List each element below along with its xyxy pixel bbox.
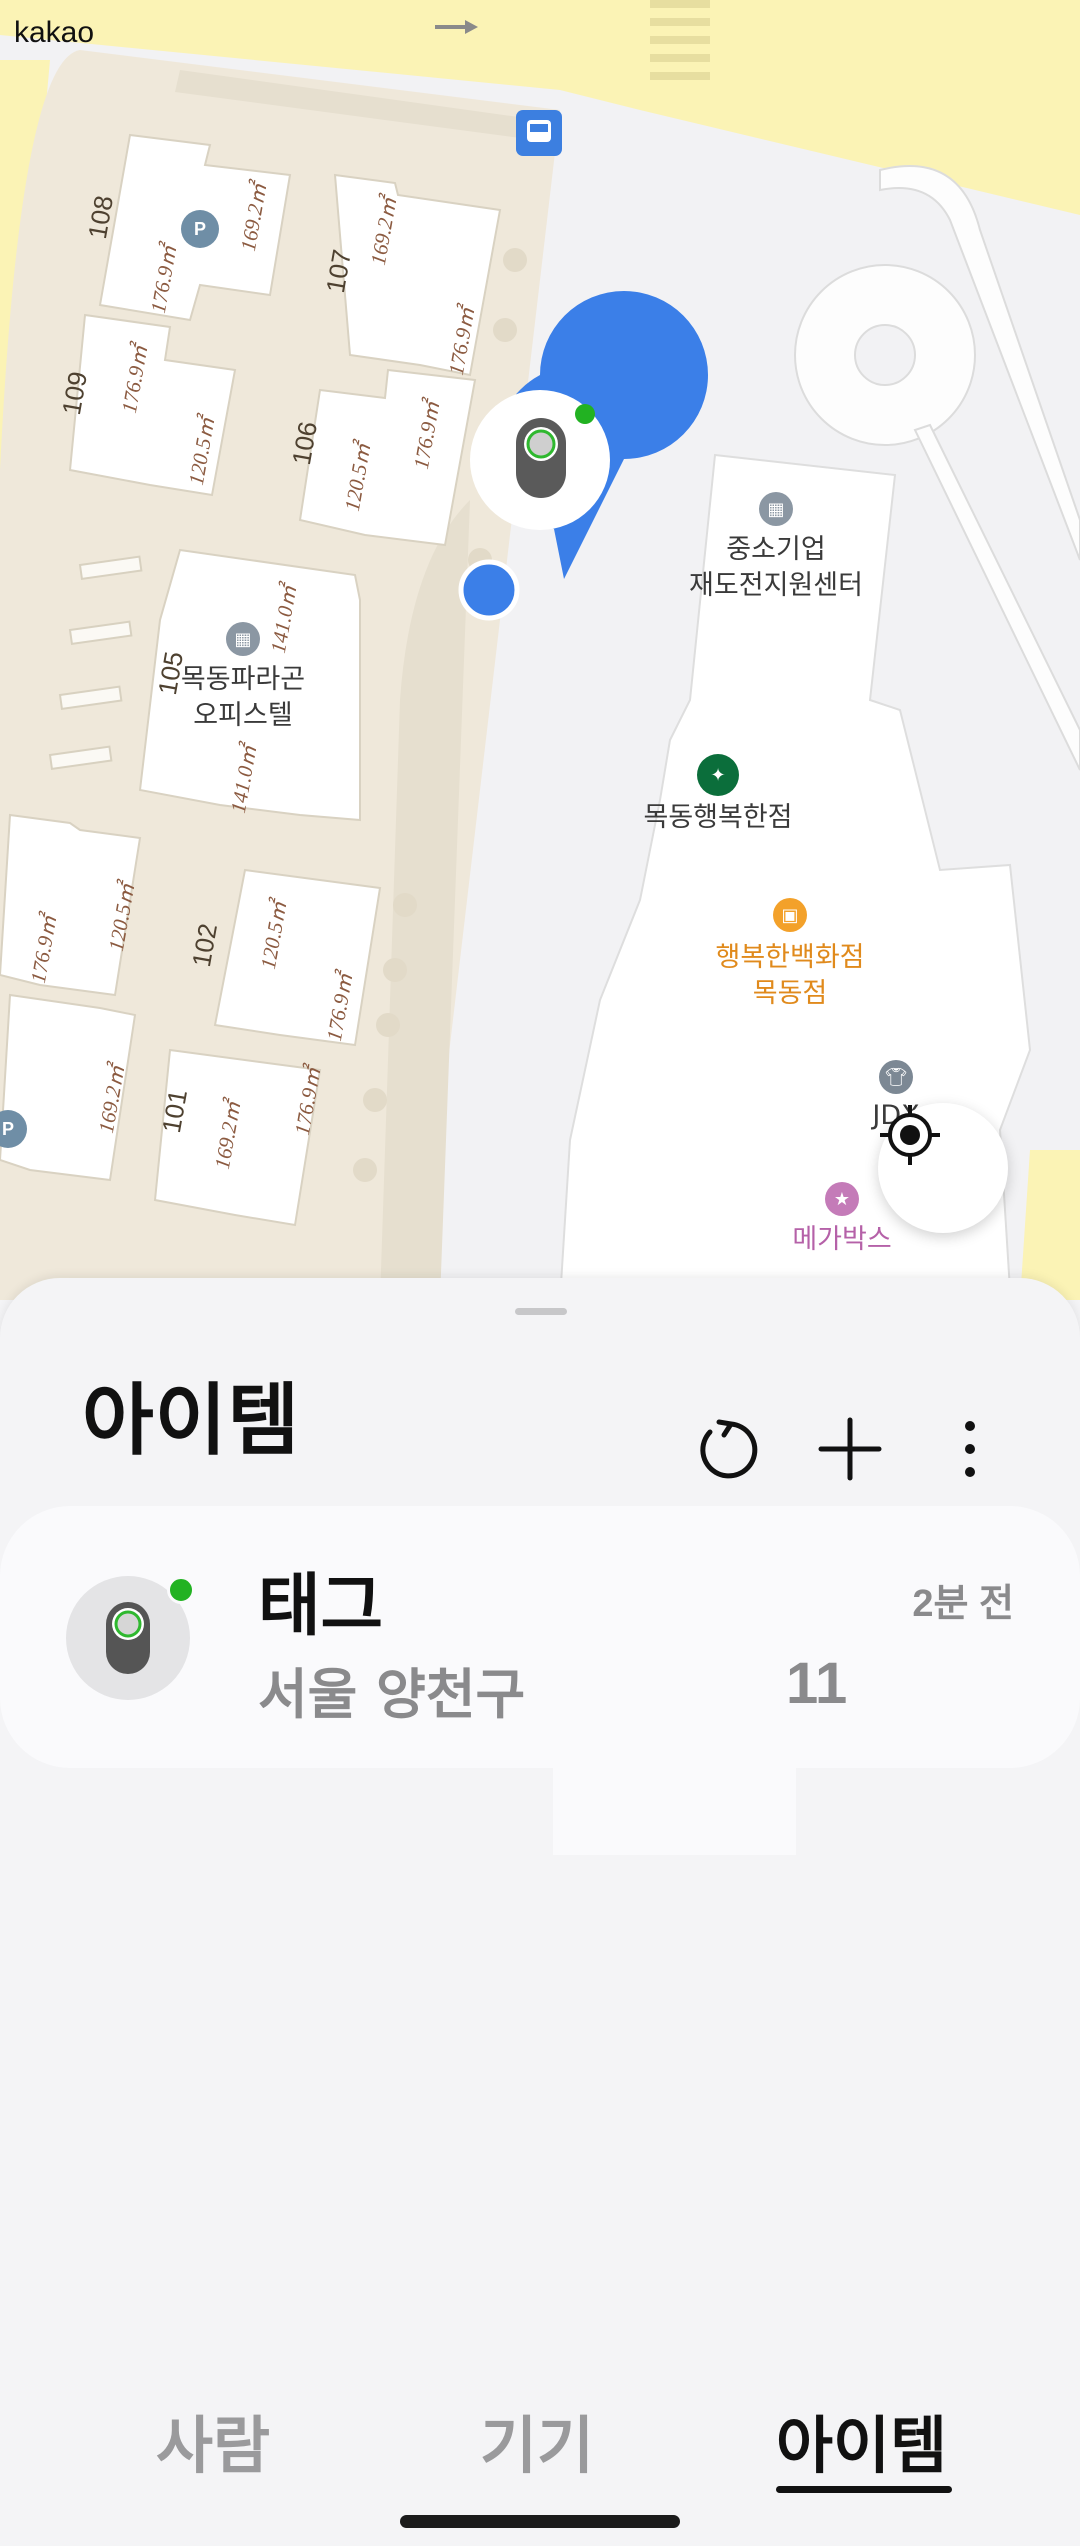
address-redaction [553, 1640, 796, 1855]
crosshair-icon [880, 1105, 940, 1165]
item-address-number: 11 [786, 1651, 848, 1716]
refresh-button[interactable] [683, 1404, 773, 1494]
movie-icon: ★ [825, 1182, 859, 1216]
item-name: 태그 [258, 1567, 384, 1646]
bottom-sheet: 아이템 [0, 1278, 1080, 2546]
building-icon: ▦ [226, 622, 260, 656]
sheet-drag-handle[interactable] [515, 1308, 567, 1315]
poi-label-center[interactable]: 중소기업 재도전지원센터 [689, 532, 863, 604]
poi-label-department-store[interactable]: 행복한백화점 목동점 [715, 940, 864, 1012]
more-options-button[interactable] [925, 1404, 1015, 1494]
poi-label-megabox[interactable]: 메가박스 [792, 1222, 891, 1258]
item-address: 서울 양천구 [258, 1663, 526, 1726]
building-icon: ▦ [759, 492, 793, 526]
last-seen-time: 2분 전 [912, 1583, 1014, 1625]
my-location-button[interactable] [878, 1103, 1008, 1233]
shirt-icon: 👕︎ [879, 1060, 913, 1094]
poi-label-starbucks[interactable]: 목동행복한점 [643, 800, 792, 836]
tab-people[interactable]: 사람 [156, 2395, 270, 2485]
kakao-logo: kakao [14, 16, 95, 49]
home-indicator[interactable] [400, 2515, 680, 2528]
add-item-button[interactable] [805, 1404, 895, 1494]
active-tab-indicator [776, 2486, 952, 2493]
more-icon [965, 1421, 975, 1477]
sheet-title: 아이템 [82, 1376, 301, 1466]
online-status-dot [167, 1576, 195, 1604]
parking-icon: P [181, 210, 219, 248]
poi-label-paragon[interactable]: 목동파라곤 오피스텔 [181, 662, 305, 734]
tab-items[interactable]: 아이템 [776, 2395, 947, 2485]
tab-devices[interactable]: 기기 [480, 2395, 594, 2485]
add-icon [818, 1417, 882, 1481]
shopping-bag-icon: ▣ [773, 898, 807, 932]
refresh-icon [700, 1419, 758, 1479]
map-view[interactable]: kakao ▦ 중소기업 재도전지원센터 ✦ 목동행복한점 ▣ 행복한백화점 목… [0, 0, 1080, 1300]
starbucks-icon: ✦ [697, 754, 739, 796]
